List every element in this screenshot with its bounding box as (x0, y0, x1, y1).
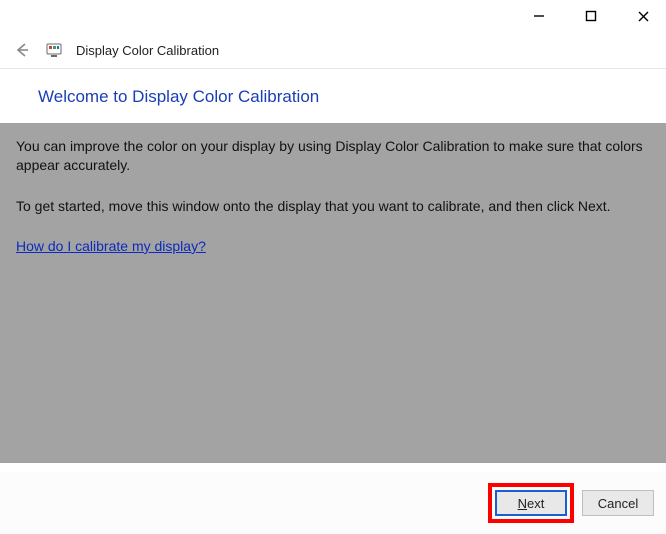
help-link[interactable]: How do I calibrate my display? (16, 238, 206, 254)
close-button[interactable] (626, 4, 660, 28)
next-button-label-rest: ext (527, 496, 544, 511)
footer-bar: Next Cancel (0, 472, 666, 534)
content-area: You can improve the color on your displa… (0, 123, 666, 463)
next-button-accelerator: N (518, 496, 527, 511)
minimize-button[interactable] (522, 4, 556, 28)
cancel-button-label: Cancel (598, 496, 638, 511)
next-button-highlight: Next (488, 483, 574, 523)
page-heading: Welcome to Display Color Calibration (0, 69, 666, 123)
next-button[interactable]: Next (495, 490, 567, 516)
app-title: Display Color Calibration (76, 43, 219, 58)
maximize-button[interactable] (574, 4, 608, 28)
intro-paragraph-2: To get started, move this window onto th… (16, 197, 648, 216)
back-arrow-icon[interactable] (12, 40, 32, 60)
app-icon (46, 42, 62, 58)
window-titlebar (0, 0, 666, 32)
header-bar: Display Color Calibration (0, 32, 666, 69)
cancel-button[interactable]: Cancel (582, 490, 654, 516)
intro-paragraph-1: You can improve the color on your displa… (16, 137, 648, 175)
